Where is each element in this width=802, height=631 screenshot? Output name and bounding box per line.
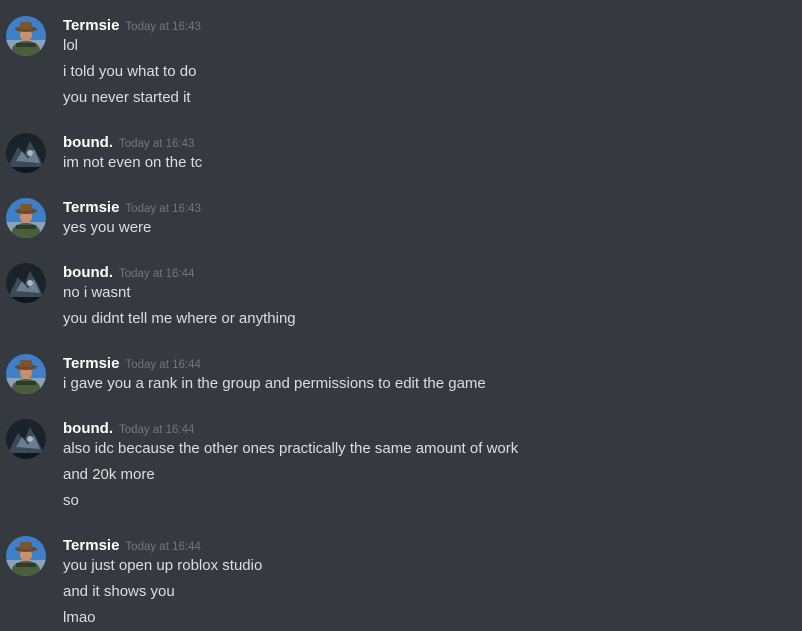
message-text: yes you were (63, 219, 152, 236)
timestamp: Today at 16:44 (125, 359, 201, 371)
message-text: also idc because the other ones practica… (63, 440, 519, 457)
message-header: bound. Today at 16:43 (63, 133, 194, 153)
timestamp: Today at 16:43 (125, 203, 201, 215)
message-header: Termsie Today at 16:44 (63, 536, 201, 556)
message-text: you just open up roblox studio (63, 557, 263, 574)
message-header: Termsie Today at 16:44 (63, 354, 201, 374)
message-text: you didnt tell me where or anything (63, 310, 296, 327)
username[interactable]: bound. (63, 134, 113, 151)
message-text: so (63, 492, 79, 509)
message-header: Termsie Today at 16:43 (63, 16, 201, 36)
message-text: and it shows you (63, 583, 175, 600)
dark-art-avatar-icon[interactable] (6, 133, 46, 173)
timestamp: Today at 16:43 (125, 21, 201, 33)
username[interactable]: Termsie (63, 537, 119, 554)
message-text: i gave you a rank in the group and permi… (63, 375, 486, 392)
username[interactable]: bound. (63, 420, 113, 437)
message-header: bound. Today at 16:44 (63, 263, 194, 283)
chat-message-list: Termsie Today at 16:43 lol i told you wha… (0, 0, 802, 631)
timestamp: Today at 16:44 (118, 268, 195, 280)
username[interactable]: Termsie (63, 17, 119, 34)
username[interactable]: bound. (63, 264, 113, 281)
message-text: you never started it (63, 89, 191, 106)
message-text: and 20k more (63, 466, 155, 483)
message-text: lmao (63, 609, 96, 626)
username[interactable]: Termsie (63, 199, 119, 216)
cowboy-avatar-icon[interactable] (6, 16, 46, 56)
dark-art-avatar-icon[interactable] (6, 419, 46, 459)
timestamp: Today at 16:44 (125, 541, 201, 553)
cowboy-avatar-icon[interactable] (6, 536, 46, 576)
message-text: im not even on the tc (63, 154, 203, 171)
cowboy-avatar-icon[interactable] (6, 198, 46, 238)
message-text: lol (63, 37, 79, 54)
timestamp: Today at 16:44 (118, 424, 195, 436)
username[interactable]: Termsie (63, 355, 119, 372)
cowboy-avatar-icon[interactable] (6, 354, 46, 394)
timestamp: Today at 16:43 (118, 138, 195, 150)
message-header: bound. Today at 16:44 (63, 419, 194, 439)
message-text: no i wasnt (63, 284, 131, 301)
message-header: Termsie Today at 16:43 (63, 198, 201, 218)
dark-art-avatar-icon[interactable] (6, 263, 46, 303)
message-text: i told you what to do (63, 63, 197, 80)
